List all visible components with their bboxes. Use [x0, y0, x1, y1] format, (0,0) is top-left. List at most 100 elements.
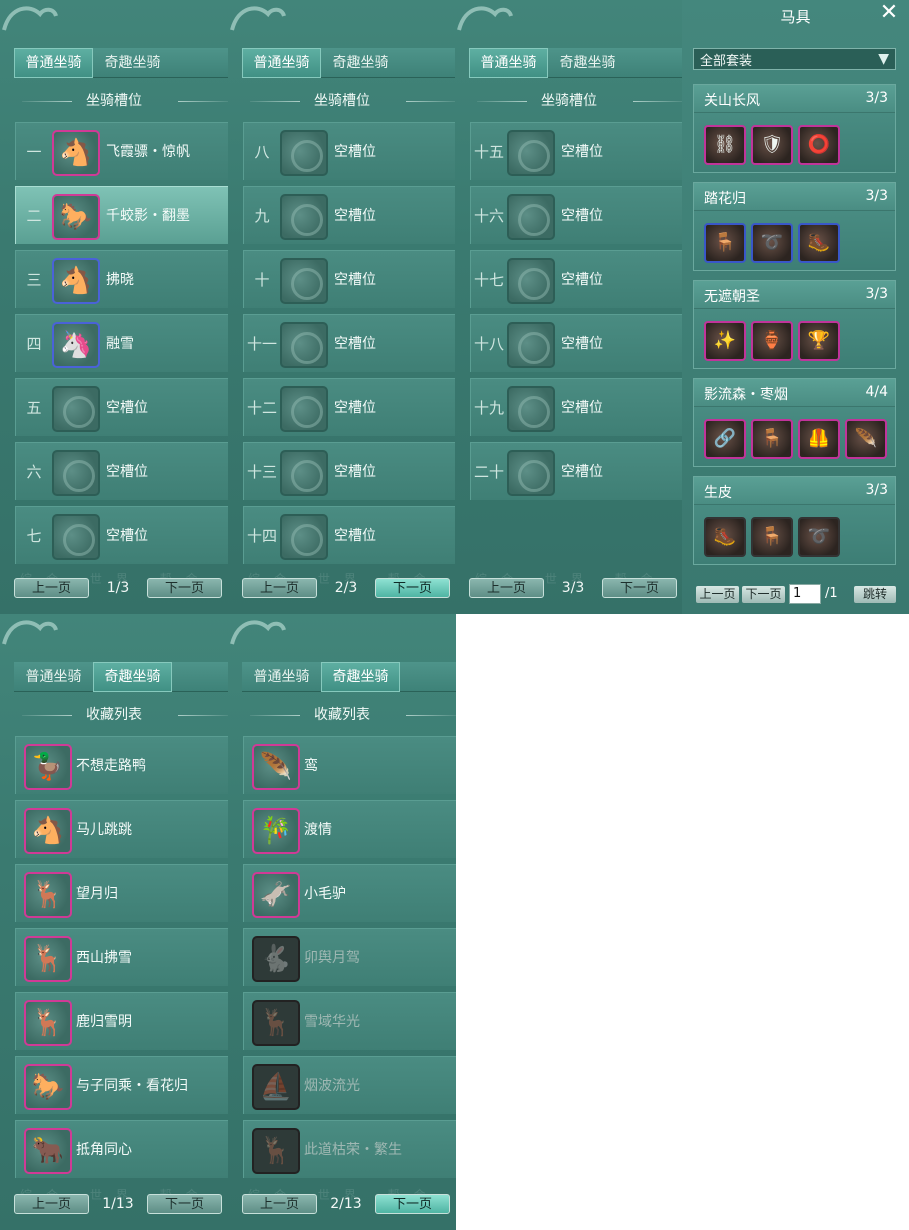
empty-slot-icon[interactable] [507, 130, 555, 176]
empty-slot-icon[interactable] [507, 322, 555, 368]
collection-row[interactable]: 🐂 抵角同心 [15, 1120, 228, 1178]
tab-normal-mounts[interactable]: 普通坐骑 [242, 662, 321, 692]
mount-slot-row[interactable]: 十二 空槽位 [243, 378, 456, 436]
chestnut-horse-icon[interactable]: 🐴 [52, 258, 100, 304]
red-deer-icon[interactable]: 🦌 [24, 1000, 72, 1046]
snow-horse-icon[interactable]: 🦄 [52, 322, 100, 368]
mist-boat-icon[interactable]: ⛵ [252, 1064, 300, 1110]
next-page-button[interactable]: 下一页 [147, 578, 222, 598]
prev-page-button[interactable]: 上一页 [469, 578, 544, 598]
prev-page-button[interactable]: 上一页 [14, 1194, 89, 1214]
mount-slot-row[interactable]: 十一 空槽位 [243, 314, 456, 372]
mount-slot-row[interactable]: 三 🐴 拂晓 [15, 250, 228, 308]
bridle-icon[interactable]: ➰ [798, 517, 840, 557]
mount-slot-row[interactable]: 八 空槽位 [243, 122, 456, 180]
white-deer-icon[interactable]: 🦌 [24, 936, 72, 982]
stirrup-icon[interactable]: ⭕ [798, 125, 840, 165]
phoenix-icon[interactable]: 🪶 [252, 744, 300, 790]
mount-slot-row[interactable]: 一 🐴 飞霞骠・惊帆 [15, 122, 228, 180]
gear-next-button[interactable]: 下一页 [742, 586, 785, 603]
mount-slot-row[interactable]: 二十 空槽位 [470, 442, 683, 500]
collection-row[interactable]: 🦌 西山拂雪 [15, 928, 228, 986]
mount-slot-row[interactable]: 十四 空槽位 [243, 506, 456, 564]
saddle-icon[interactable]: 🪑 [751, 517, 793, 557]
bridle-icon[interactable]: 🔗 [704, 419, 746, 459]
empty-slot-icon[interactable] [280, 194, 328, 240]
collection-row[interactable]: 🫏 小毛驴 [243, 864, 456, 922]
armor-icon[interactable]: 🦺 [798, 419, 840, 459]
collection-row[interactable]: 🐇 卯舆月驾 [243, 928, 456, 986]
plume-icon[interactable]: 🪶 [845, 419, 887, 459]
collection-row[interactable]: 🎋 渡情 [243, 800, 456, 858]
saddle-icon[interactable]: 🪑 [751, 419, 793, 459]
tab-normal-mounts[interactable]: 普通坐骑 [14, 48, 93, 78]
collection-row[interactable]: 🪶 鸾 [243, 736, 456, 794]
collection-row[interactable]: 🐴 马儿跳跳 [15, 800, 228, 858]
set-filter-dropdown[interactable]: 全部套装 ▼ [693, 48, 896, 70]
bamboo-raft-icon[interactable]: 🎋 [252, 808, 300, 854]
prev-page-button[interactable]: 上一页 [14, 578, 89, 598]
collection-row[interactable]: 🦌 雪域华光 [243, 992, 456, 1050]
mount-slot-row[interactable]: 七 空槽位 [15, 506, 228, 564]
bridle-icon[interactable]: ✨ [704, 321, 746, 361]
empty-slot-icon[interactable] [52, 514, 100, 560]
white-horse-icon[interactable]: 🐴 [52, 130, 100, 176]
collection-row[interactable]: 🦌 鹿归雪明 [15, 992, 228, 1050]
empty-slot-icon[interactable] [507, 450, 555, 496]
empty-slot-icon[interactable] [280, 450, 328, 496]
tab-fun-mounts[interactable]: 奇趣坐骑 [93, 48, 172, 78]
donkey-icon[interactable]: 🫏 [252, 872, 300, 918]
gear-jump-button[interactable]: 跳转 [854, 586, 896, 603]
empty-slot-icon[interactable] [280, 322, 328, 368]
wither-deer-icon[interactable]: 🦌 [252, 1128, 300, 1174]
tab-normal-mounts[interactable]: 普通坐骑 [469, 48, 548, 78]
donkey-toy-icon[interactable]: 🐴 [24, 808, 72, 854]
empty-slot-icon[interactable] [507, 386, 555, 432]
empty-slot-icon[interactable] [280, 130, 328, 176]
bridle-icon[interactable]: ⛓ [704, 125, 746, 165]
leg-guard-icon[interactable]: 🏆 [798, 321, 840, 361]
mount-slot-row[interactable]: 十六 空槽位 [470, 186, 683, 244]
black-horse-icon[interactable]: 🐎 [52, 194, 100, 240]
saddle-icon[interactable]: 🏺 [751, 321, 793, 361]
empty-slot-icon[interactable] [507, 258, 555, 304]
mount-slot-row[interactable]: 十三 空槽位 [243, 442, 456, 500]
mount-slot-row[interactable]: 十九 空槽位 [470, 378, 683, 436]
gear-page-input[interactable]: 1 [789, 584, 821, 604]
next-page-button[interactable]: 下一页 [602, 578, 677, 598]
empty-slot-icon[interactable] [52, 450, 100, 496]
flower-horse-icon[interactable]: 🐎 [24, 1064, 72, 1110]
mount-slot-row[interactable]: 十七 空槽位 [470, 250, 683, 308]
duck-mount-icon[interactable]: 🦆 [24, 744, 72, 790]
snow-elk-icon[interactable]: 🦌 [252, 1000, 300, 1046]
collection-row[interactable]: ⛵ 烟波流光 [243, 1056, 456, 1114]
next-page-button[interactable]: 下一页 [375, 1194, 450, 1214]
close-icon[interactable]: ✕ [879, 2, 899, 24]
mount-slot-row[interactable]: 二 🐎 千蛟影・翻墨 [15, 186, 228, 244]
empty-slot-icon[interactable] [507, 194, 555, 240]
horned-pair-icon[interactable]: 🐂 [24, 1128, 72, 1174]
tab-fun-mounts[interactable]: 奇趣坐骑 [93, 662, 172, 692]
tab-fun-mounts[interactable]: 奇趣坐骑 [321, 662, 400, 692]
mount-slot-row[interactable]: 十 空槽位 [243, 250, 456, 308]
saddle-icon[interactable]: 🛡 [751, 125, 793, 165]
empty-slot-icon[interactable] [280, 258, 328, 304]
moon-deer-icon[interactable]: 🦌 [24, 872, 72, 918]
empty-slot-icon[interactable] [52, 386, 100, 432]
tab-normal-mounts[interactable]: 普通坐骑 [242, 48, 321, 78]
tab-fun-mounts[interactable]: 奇趣坐骑 [321, 48, 400, 78]
mount-slot-row[interactable]: 六 空槽位 [15, 442, 228, 500]
prev-page-button[interactable]: 上一页 [242, 578, 317, 598]
saddle-icon[interactable]: 🪑 [704, 223, 746, 263]
collection-row[interactable]: 🦆 不想走路鸭 [15, 736, 228, 794]
collection-row[interactable]: 🦌 此道枯荣・繁生 [243, 1120, 456, 1178]
collection-row[interactable]: 🦌 望月归 [15, 864, 228, 922]
gear-prev-button[interactable]: 上一页 [696, 586, 739, 603]
tab-fun-mounts[interactable]: 奇趣坐骑 [548, 48, 627, 78]
collection-row[interactable]: 🐎 与子同乘・看花归 [15, 1056, 228, 1114]
mount-slot-row[interactable]: 十五 空槽位 [470, 122, 683, 180]
mount-slot-row[interactable]: 十八 空槽位 [470, 314, 683, 372]
empty-slot-icon[interactable] [280, 514, 328, 560]
mount-slot-row[interactable]: 九 空槽位 [243, 186, 456, 244]
prev-page-button[interactable]: 上一页 [242, 1194, 317, 1214]
